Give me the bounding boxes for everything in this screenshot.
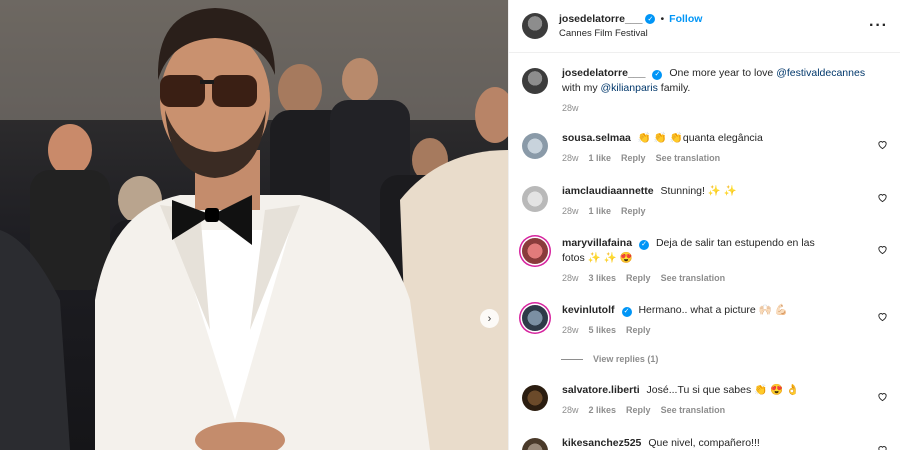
reply-button[interactable]: Reply xyxy=(626,273,651,283)
comment-meta: 28w 1 like Reply See translation xyxy=(562,151,888,166)
comment-row: kikesanchez525 Que nivel, compañero!!! xyxy=(522,436,888,450)
next-photo-button[interactable]: › xyxy=(480,309,499,328)
commenter-avatar[interactable] xyxy=(522,238,548,264)
commenter-avatar[interactable] xyxy=(522,133,548,159)
comment-text: Stunning! ✨ ✨ xyxy=(660,185,737,197)
mention-kilianparis[interactable]: @kilianparis xyxy=(601,82,658,94)
caption-text-3: family. xyxy=(660,82,691,94)
separator-dot: • xyxy=(660,13,665,25)
caption-username[interactable]: josedelatorre___ xyxy=(562,67,645,79)
instagram-post: › josedelatorre___ ✓ • Follow Cannes Fil… xyxy=(0,0,900,450)
comment-time[interactable]: 28w xyxy=(562,405,579,415)
like-heart-icon[interactable] xyxy=(877,311,888,322)
comment-likes[interactable]: 1 like xyxy=(589,206,612,216)
author-username[interactable]: josedelatorre___ xyxy=(559,13,642,25)
verified-badge-icon: ✓ xyxy=(645,14,656,24)
verified-badge-icon: ✓ xyxy=(639,239,650,250)
comment-time[interactable]: 28w xyxy=(562,153,579,163)
caption-meta: 28w xyxy=(562,101,888,116)
comment-meta: 28w 3 likes Reply See translation xyxy=(562,271,888,286)
comment-body: kikesanchez525 Que nivel, compañero!!! xyxy=(562,436,888,450)
reply-button[interactable]: Reply xyxy=(621,206,646,216)
commenter-avatar[interactable] xyxy=(522,438,548,450)
commenter-username[interactable]: iamclaudiaannette xyxy=(562,185,654,197)
author-avatar[interactable] xyxy=(522,13,548,39)
comment-text: José...Tu si que sabes 👏 😍 👌 xyxy=(646,384,800,396)
comment-text: 👏 👏 👏quanta elegância xyxy=(637,132,763,144)
see-translation-button[interactable]: See translation xyxy=(661,273,726,283)
comment-time[interactable]: 28w xyxy=(562,206,579,216)
comment-body: kevinlutolf ✓ Hermano.. what a picture 🙌🏻… xyxy=(562,303,888,338)
comment-likes[interactable]: 2 likes xyxy=(589,405,617,415)
caption-text-2: with my xyxy=(562,82,598,94)
caption-text-1: One more year to love xyxy=(669,67,774,79)
comments-list[interactable]: josedelatorre___ ✓ One more year to love … xyxy=(509,53,900,450)
like-heart-icon[interactable] xyxy=(877,192,888,203)
comment-body: maryvillafaina ✓ Deja de salir tan estupe… xyxy=(562,236,888,286)
comment-meta: 28w 2 likes Reply See translation xyxy=(562,403,888,418)
comment-body: iamclaudiaannette Stunning! ✨ ✨ 28w 1 lik… xyxy=(562,184,888,219)
comment-time[interactable]: 28w xyxy=(562,325,579,335)
comment-text: Que nivel, compañero!!! xyxy=(648,437,760,449)
like-heart-icon[interactable] xyxy=(877,391,888,402)
author-info: josedelatorre___ ✓ • Follow Cannes Film … xyxy=(559,13,869,39)
author-avatar[interactable] xyxy=(522,68,548,94)
caption-time[interactable]: 28w xyxy=(562,103,579,113)
comment-likes[interactable]: 3 likes xyxy=(589,273,617,283)
comment-body: salvatore.liberti José...Tu si que sabes… xyxy=(562,383,888,418)
comment-row: kevinlutolf ✓ Hermano.. what a picture 🙌🏻… xyxy=(522,303,888,338)
commenter-avatar[interactable] xyxy=(522,186,548,212)
commenter-username[interactable]: sousa.selmaa xyxy=(562,132,631,144)
comment-row: maryvillafaina ✓ Deja de salir tan estupe… xyxy=(522,236,888,286)
reply-button[interactable]: Reply xyxy=(626,325,651,335)
view-replies-label: View replies (1) xyxy=(593,354,659,364)
comment-meta: 28w 5 likes Reply xyxy=(562,323,888,338)
caption-row: josedelatorre___ ✓ One more year to love … xyxy=(522,66,888,116)
like-heart-icon[interactable] xyxy=(877,244,888,255)
caption-body: josedelatorre___ ✓ One more year to love … xyxy=(562,66,888,116)
comment-body: sousa.selmaa 👏 👏 👏quanta elegância 28w 1 … xyxy=(562,131,888,166)
mention-festivaldecannes[interactable]: @festivaldecannes xyxy=(776,67,865,79)
author-line: josedelatorre___ ✓ • Follow xyxy=(559,13,869,25)
commenter-username[interactable]: kevinlutolf xyxy=(562,304,615,316)
commenter-avatar[interactable] xyxy=(522,305,548,331)
post-side-panel: josedelatorre___ ✓ • Follow Cannes Film … xyxy=(508,0,900,450)
commenter-username[interactable]: kikesanchez525 xyxy=(562,437,641,449)
comment-meta: 28w 1 like Reply xyxy=(562,204,888,219)
like-heart-icon[interactable] xyxy=(877,139,888,150)
more-options-icon[interactable]: ··· xyxy=(869,18,888,34)
view-replies-button[interactable]: View replies (1) xyxy=(561,354,658,364)
reply-button[interactable]: Reply xyxy=(626,405,651,415)
commenter-username[interactable]: maryvillafaina xyxy=(562,237,632,249)
reply-button[interactable]: Reply xyxy=(621,153,646,163)
post-location[interactable]: Cannes Film Festival xyxy=(559,28,869,39)
comment-row: iamclaudiaannette Stunning! ✨ ✨ 28w 1 lik… xyxy=(522,184,888,219)
post-header: josedelatorre___ ✓ • Follow Cannes Film … xyxy=(509,0,900,53)
comment-row: sousa.selmaa 👏 👏 👏quanta elegância 28w 1 … xyxy=(522,131,888,166)
see-translation-button[interactable]: See translation xyxy=(656,153,721,163)
caption-text: josedelatorre___ ✓ One more year to love … xyxy=(562,66,888,96)
chevron-right-icon: › xyxy=(487,312,492,325)
follow-button[interactable]: Follow xyxy=(669,13,702,25)
verified-badge-icon: ✓ xyxy=(652,69,663,80)
commenter-avatar[interactable] xyxy=(522,385,548,411)
comment-text: Deja de salir tan estupendo en las xyxy=(655,237,815,249)
comment-row: salvatore.liberti José...Tu si que sabes… xyxy=(522,383,888,418)
verified-badge-icon: ✓ xyxy=(621,306,632,317)
photo-illustration xyxy=(0,0,508,450)
see-translation-button[interactable]: See translation xyxy=(661,405,726,415)
comment-likes[interactable]: 5 likes xyxy=(589,325,617,335)
comment-text: Hermano.. what a picture 🙌🏻 💪🏻 xyxy=(638,304,788,316)
replies-divider-line xyxy=(561,358,583,360)
comment-likes[interactable]: 1 like xyxy=(589,153,612,163)
comment-time[interactable]: 28w xyxy=(562,273,579,283)
post-photo: › xyxy=(0,0,508,450)
like-heart-icon[interactable] xyxy=(877,444,888,450)
comment-text-cont: fotos ✨ ✨ 😍 xyxy=(562,252,633,264)
commenter-username[interactable]: salvatore.liberti xyxy=(562,384,640,396)
